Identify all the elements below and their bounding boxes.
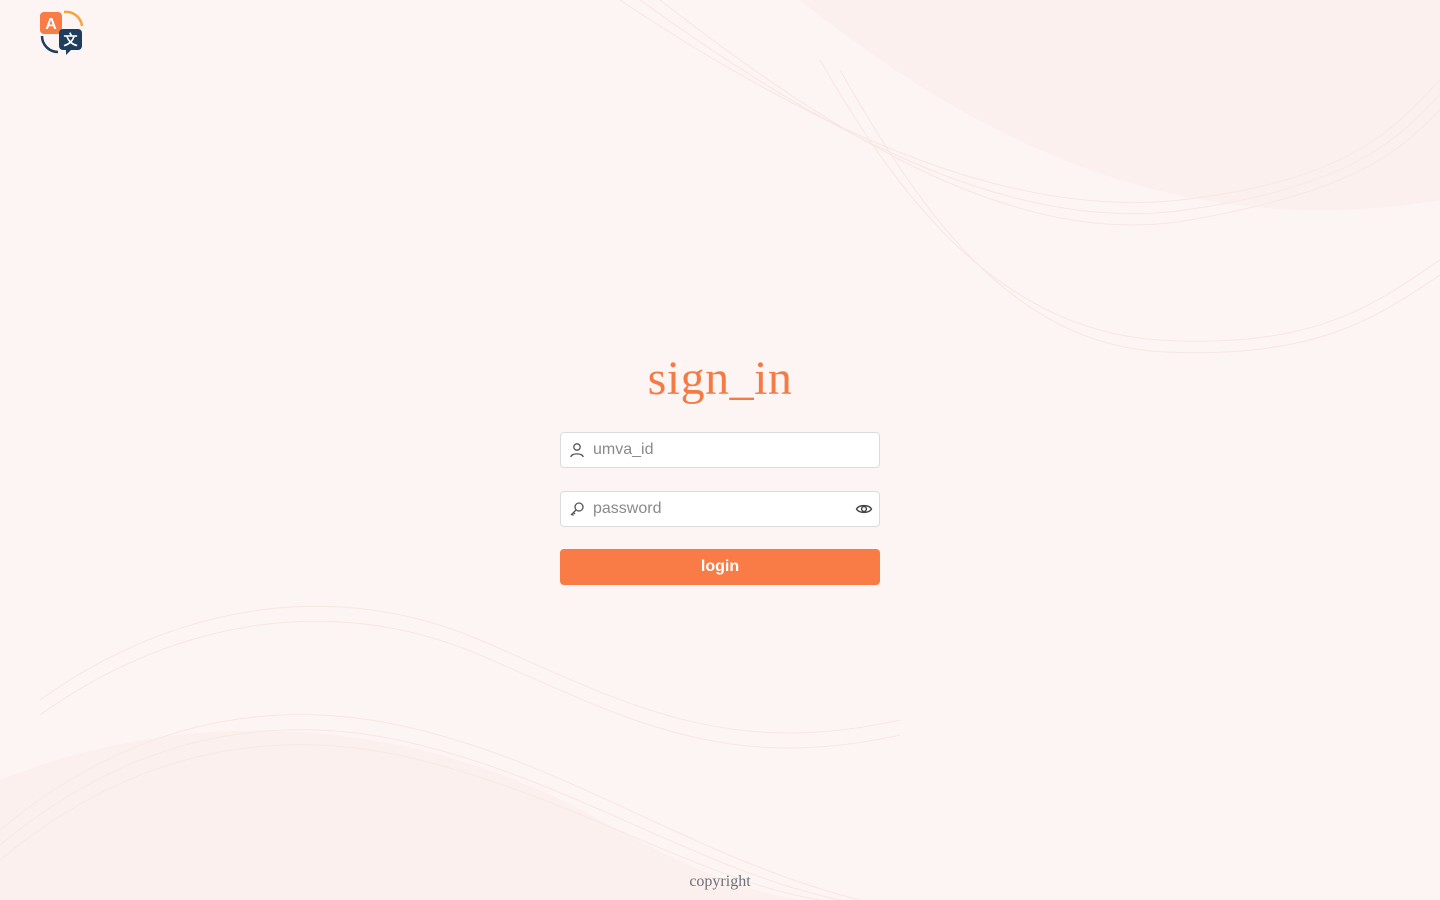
key-icon: [569, 501, 585, 517]
svg-text:文: 文: [64, 32, 79, 49]
translate-icon: A 文: [38, 6, 84, 56]
login-button[interactable]: login: [560, 549, 880, 585]
password-field[interactable]: [560, 491, 880, 527]
eye-icon[interactable]: [855, 500, 873, 518]
login-panel: sign_in login: [560, 350, 880, 585]
password-input[interactable]: [593, 494, 855, 524]
user-icon: [569, 442, 585, 458]
username-field[interactable]: [560, 432, 880, 468]
svg-text:A: A: [45, 16, 57, 33]
page-title: sign_in: [647, 352, 793, 405]
copyright-text: copyright: [689, 873, 751, 890]
username-input[interactable]: [593, 435, 879, 465]
